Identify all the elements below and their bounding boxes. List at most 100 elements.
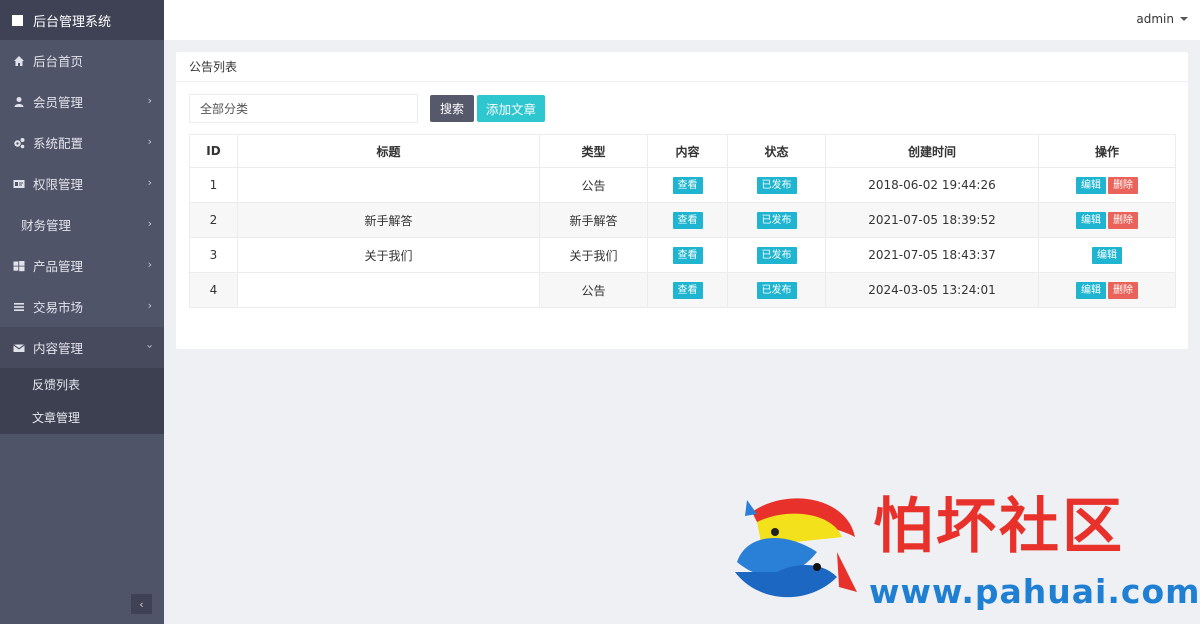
collapse-sidebar-button[interactable]: ‹ xyxy=(131,594,152,614)
fish-logo-icon xyxy=(735,498,857,598)
sidebar-item-label: 交易市场 xyxy=(33,300,84,315)
chevron-right-icon: › xyxy=(147,176,152,189)
sidebar-item-label: 产品管理 xyxy=(33,259,84,274)
sidebar-item-label: 财务管理 xyxy=(21,218,72,233)
cell-status: 已发布 xyxy=(727,237,826,273)
cell-actions: 编辑 删除 xyxy=(1038,202,1176,238)
sidebar-item-label: 权限管理 xyxy=(33,177,84,192)
table-row: 1 公告 查看 已发布 2018-06-02 19:44:26 编辑 删除 xyxy=(189,167,1176,203)
cell-created: 2021-07-05 18:43:37 xyxy=(825,237,1039,273)
column-header-actions[interactable]: 操作 xyxy=(1038,134,1176,168)
chevron-right-icon: › xyxy=(147,258,152,271)
cell-actions: 编辑 xyxy=(1038,237,1176,273)
edit-button[interactable]: 编辑 xyxy=(1076,176,1106,194)
sidebar-item-market[interactable]: 交易市场 › xyxy=(0,286,164,327)
menu-icon xyxy=(13,301,25,313)
sidebar-item-members[interactable]: 会员管理 › xyxy=(0,81,164,122)
column-header-type[interactable]: 类型 xyxy=(539,134,648,168)
cell-actions: 编辑 删除 xyxy=(1038,272,1176,308)
cell-content: 查看 xyxy=(647,202,728,238)
column-header-id[interactable]: ID xyxy=(189,134,238,168)
submenu-item-articles[interactable]: 文章管理 xyxy=(0,401,164,434)
caret-down-icon xyxy=(1180,17,1188,21)
cell-title: 新手解答 xyxy=(237,202,540,238)
sidebar-item-label: 会员管理 xyxy=(33,95,84,110)
table-row: 2 新手解答 新手解答 查看 已发布 2021-07-05 18:39:52 编… xyxy=(189,202,1176,238)
search-button[interactable]: 搜索 xyxy=(430,95,474,122)
cell-actions: 编辑 删除 xyxy=(1038,167,1176,203)
view-button[interactable]: 查看 xyxy=(672,246,703,264)
cell-created: 2024-03-05 13:24:01 xyxy=(825,272,1039,308)
toolbar: 全部分类 搜索 添加文章 xyxy=(189,94,545,123)
sidebar-item-home[interactable]: 后台首页 xyxy=(0,40,164,81)
content-submenu: 反馈列表 文章管理 xyxy=(0,368,164,434)
sidebar-item-content[interactable]: 内容管理 › xyxy=(0,327,164,368)
brand[interactable]: 后台管理系统 xyxy=(0,0,164,40)
table-row: 3 关于我们 关于我们 查看 已发布 2021-07-05 18:43:37 编… xyxy=(189,237,1176,273)
table-header-row: ID 标题 类型 内容 状态 创建时间 操作 xyxy=(189,134,1176,168)
card-icon xyxy=(13,178,25,190)
submenu-item-feedback[interactable]: 反馈列表 xyxy=(0,368,164,401)
cell-status: 已发布 xyxy=(727,272,826,308)
user-icon xyxy=(13,96,25,108)
cell-id: 4 xyxy=(189,272,238,308)
cell-content: 查看 xyxy=(647,272,728,308)
add-article-button[interactable]: 添加文章 xyxy=(477,95,545,122)
sidebar-item-label: 系统配置 xyxy=(33,136,84,151)
category-select[interactable]: 全部分类 xyxy=(189,94,418,123)
watermark-name: 怕坏社区 xyxy=(873,492,1125,562)
view-button[interactable]: 查看 xyxy=(672,211,703,229)
status-badge[interactable]: 已发布 xyxy=(756,281,797,299)
brand-title: 后台管理系统 xyxy=(33,14,112,30)
announcement-table: ID 标题 类型 内容 状态 创建时间 操作 1 公告 查看 已发布 2018-… xyxy=(189,134,1176,308)
home-icon xyxy=(13,55,25,67)
gears-icon xyxy=(13,137,25,149)
view-button[interactable]: 查看 xyxy=(672,281,703,299)
status-badge[interactable]: 已发布 xyxy=(756,176,797,194)
sidebar: 后台管理系统 后台首页 会员管理 › 系统配置 › 权限管理 › 财务管理 › xyxy=(0,0,164,624)
announcement-panel: 公告列表 全部分类 搜索 添加文章 ID 标题 类型 内容 状态 创建时间 操作… xyxy=(176,52,1188,349)
edit-button[interactable]: 编辑 xyxy=(1076,281,1106,299)
cell-status: 已发布 xyxy=(727,202,826,238)
cell-type: 新手解答 xyxy=(539,202,648,238)
status-badge[interactable]: 已发布 xyxy=(756,211,797,229)
logo-square-icon xyxy=(12,14,23,26)
cell-type: 关于我们 xyxy=(539,237,648,273)
delete-button[interactable]: 删除 xyxy=(1108,176,1138,194)
cell-content: 查看 xyxy=(647,167,728,203)
cell-id: 1 xyxy=(189,167,238,203)
status-badge[interactable]: 已发布 xyxy=(756,246,797,264)
delete-button[interactable]: 删除 xyxy=(1108,211,1138,229)
cell-created: 2021-07-05 18:39:52 xyxy=(825,202,1039,238)
username: admin xyxy=(1136,12,1174,26)
cell-title xyxy=(237,167,540,203)
cell-id: 3 xyxy=(189,237,238,273)
edit-button[interactable]: 编辑 xyxy=(1076,211,1106,229)
chevron-right-icon: › xyxy=(147,135,152,148)
sidebar-item-system-config[interactable]: 系统配置 › xyxy=(0,122,164,163)
delete-button[interactable]: 删除 xyxy=(1108,281,1138,299)
cell-title xyxy=(237,272,540,308)
windows-icon xyxy=(13,260,25,272)
chevron-right-icon: › xyxy=(147,217,152,230)
cell-created: 2018-06-02 19:44:26 xyxy=(825,167,1039,203)
edit-button[interactable]: 编辑 xyxy=(1092,246,1122,264)
column-header-status[interactable]: 状态 xyxy=(727,134,826,168)
column-header-created[interactable]: 创建时间 xyxy=(825,134,1039,168)
watermark: 怕坏社区 www.pahuai.com xyxy=(727,492,1200,617)
envelope-icon xyxy=(13,342,25,354)
view-button[interactable]: 查看 xyxy=(672,176,703,194)
sidebar-item-permissions[interactable]: 权限管理 › xyxy=(0,163,164,204)
chevron-down-icon: › xyxy=(143,344,157,349)
topbar: admin xyxy=(164,0,1200,40)
cell-title: 关于我们 xyxy=(237,237,540,273)
column-header-title[interactable]: 标题 xyxy=(237,134,540,168)
sidebar-item-finance[interactable]: 财务管理 › xyxy=(0,204,164,245)
panel-title: 公告列表 xyxy=(176,52,1188,82)
column-header-content[interactable]: 内容 xyxy=(647,134,728,168)
user-menu[interactable]: admin xyxy=(1136,12,1188,26)
sidebar-item-products[interactable]: 产品管理 › xyxy=(0,245,164,286)
sidebar-item-label: 后台首页 xyxy=(33,54,84,69)
cell-type: 公告 xyxy=(539,272,648,308)
cell-id: 2 xyxy=(189,202,238,238)
